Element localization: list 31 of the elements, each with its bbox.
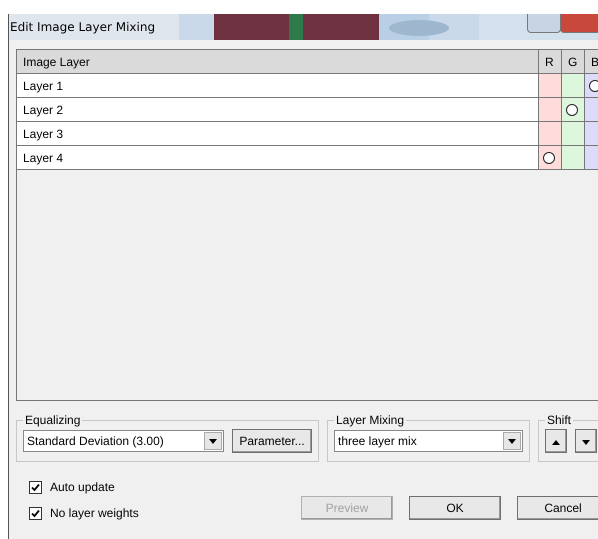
checkbox[interactable] — [29, 480, 42, 494]
shift-down-button[interactable] — [575, 429, 597, 453]
up-arrow-icon — [552, 440, 560, 445]
checkbox-label: Auto update — [50, 480, 115, 494]
shift-up-button[interactable] — [545, 429, 567, 453]
column-header: G — [562, 50, 585, 74]
checkbox-label: No layer weights — [50, 506, 139, 520]
dialog-button[interactable]: Cancel — [517, 496, 598, 520]
table-cell: Layer 2 — [17, 98, 539, 122]
column-header: R — [539, 50, 562, 74]
selection-circle-icon — [566, 104, 578, 116]
help-button[interactable] — [527, 14, 561, 33]
down-arrow-icon — [209, 438, 217, 444]
parameter-button[interactable]: Parameter... — [232, 429, 312, 453]
table-cell: Layer 3 — [17, 122, 539, 146]
table-cell: Layer 1 — [17, 74, 539, 98]
group-label: Equalizing — [24, 413, 82, 427]
dialog-button[interactable]: OK — [409, 496, 501, 520]
group-label: Layer Mixing — [335, 413, 406, 427]
column-header: B — [585, 50, 598, 74]
window-title: Edit Image Layer Mixing — [9, 20, 156, 34]
table-cell: Layer 4 — [17, 146, 539, 170]
checkbox[interactable] — [29, 506, 42, 520]
equalizing-dropdown[interactable]: Standard Deviation (3.00) — [23, 430, 224, 452]
group-label: Shift — [546, 413, 572, 427]
layer-mixing-dropdown[interactable]: three layer mix — [334, 430, 523, 452]
down-arrow-icon — [508, 438, 516, 444]
column-header: Image Layer — [17, 50, 539, 74]
down-arrow-icon — [582, 440, 590, 445]
selection-circle-icon — [589, 80, 598, 92]
selection-circle-icon — [543, 152, 555, 164]
